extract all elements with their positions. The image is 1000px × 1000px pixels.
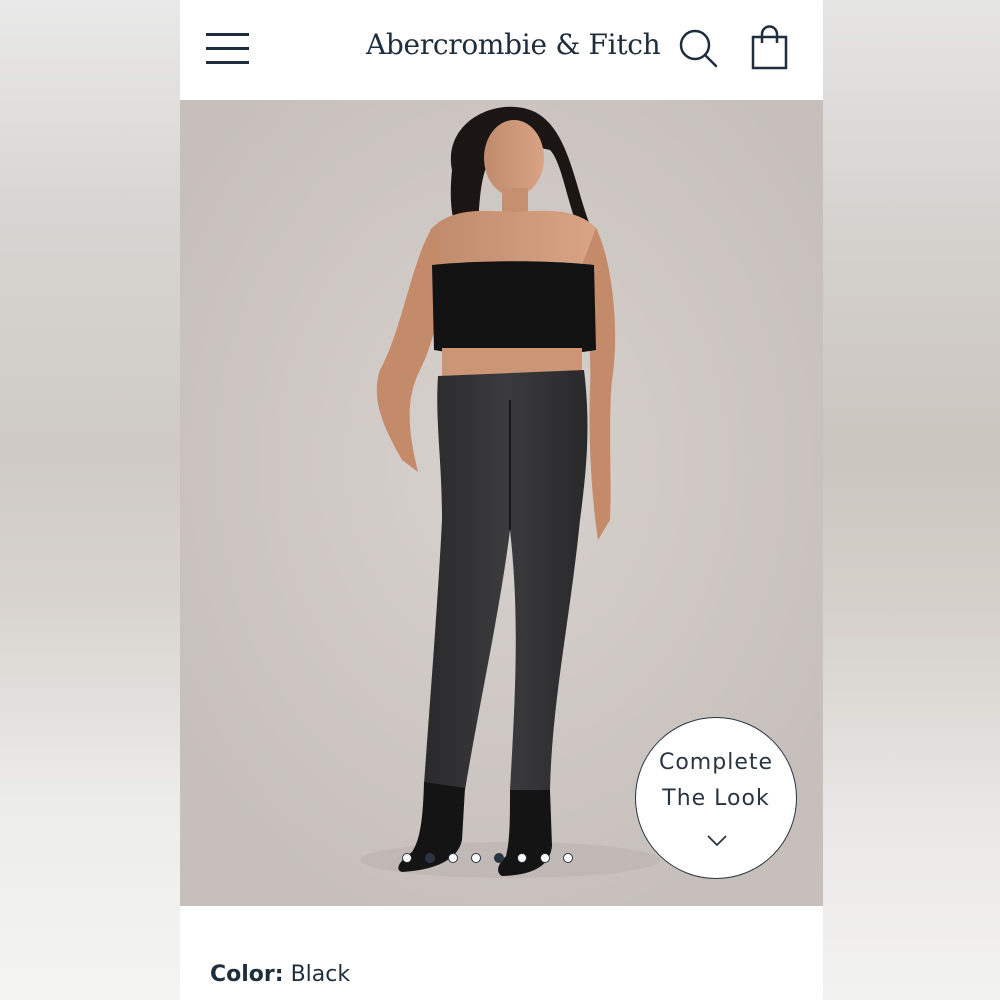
carousel-dot[interactable] — [448, 853, 458, 863]
carousel-dot[interactable] — [402, 853, 412, 863]
carousel-dot[interactable] — [517, 853, 527, 863]
blurred-backdrop-left — [0, 0, 180, 1000]
carousel-dot-active[interactable] — [494, 853, 504, 863]
complete-the-look-line1: Complete — [658, 750, 774, 775]
blurred-backdrop-right — [823, 0, 1000, 1000]
product-image-carousel[interactable]: Complete The Look — [180, 100, 823, 906]
color-value: Black — [290, 962, 351, 987]
brand-logo[interactable]: Abercrombie & Fitch — [366, 28, 661, 61]
carousel-dot[interactable] — [471, 853, 481, 863]
search-icon[interactable] — [678, 28, 720, 70]
color-selection: Color: Black — [210, 962, 350, 987]
shopping-bag-icon[interactable] — [750, 25, 790, 71]
complete-the-look-line2: The Look — [662, 786, 770, 811]
carousel-pagination — [402, 853, 573, 867]
hamburger-menu-icon[interactable] — [206, 33, 249, 64]
color-label: Color: — [210, 962, 284, 987]
site-header: Abercrombie & Fitch — [180, 0, 823, 100]
chevron-down-icon — [707, 835, 727, 847]
complete-the-look-button[interactable]: Complete The Look — [635, 717, 797, 879]
carousel-dot-active[interactable] — [425, 853, 435, 863]
carousel-dot[interactable] — [540, 853, 550, 863]
mobile-page: Abercrombie & Fitch Complete The Look Co… — [180, 0, 823, 1000]
carousel-dot[interactable] — [563, 853, 573, 863]
